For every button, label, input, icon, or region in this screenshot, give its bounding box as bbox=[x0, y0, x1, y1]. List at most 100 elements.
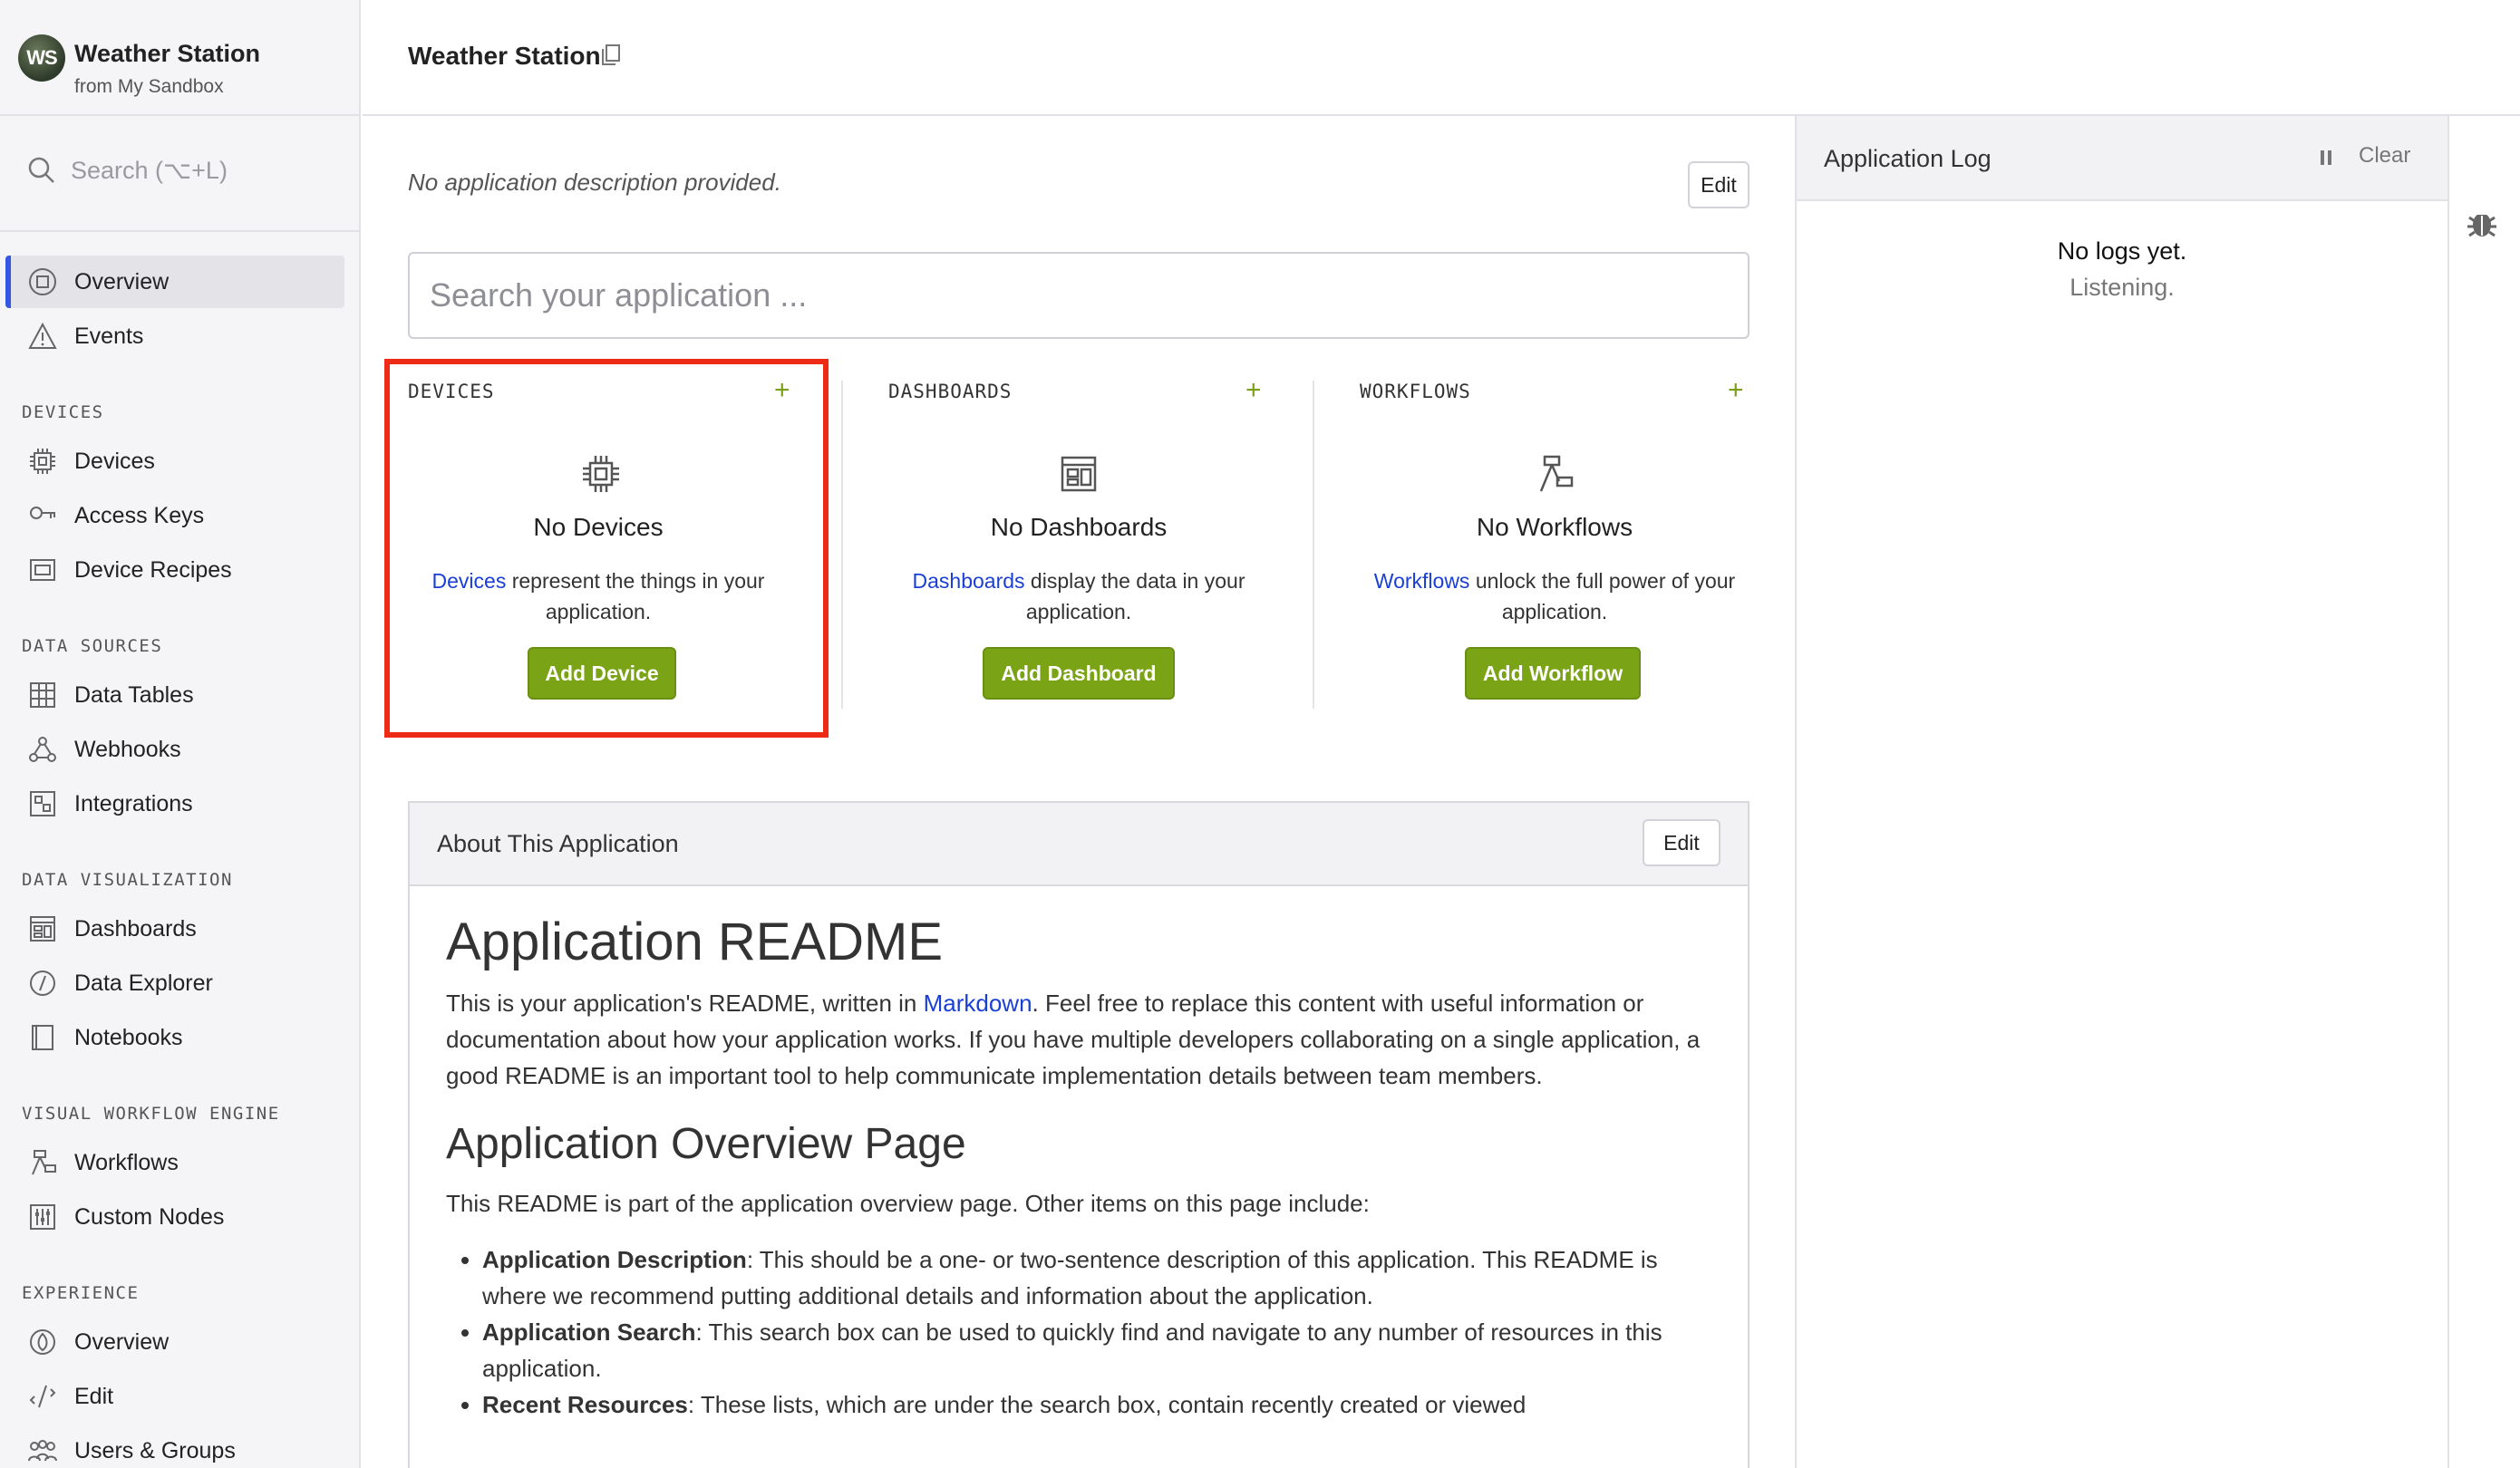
sidebar-item-dashboards[interactable]: Dashboards bbox=[5, 903, 344, 955]
readme-heading: Application README bbox=[446, 913, 943, 971]
sidebar-item-access-keys[interactable]: Access Keys bbox=[5, 489, 344, 542]
divider bbox=[0, 230, 361, 232]
users-icon bbox=[28, 1440, 57, 1462]
sidebar-item-label: Data Explorer bbox=[74, 970, 213, 996]
sidebar-item-label: Data Tables bbox=[74, 681, 194, 708]
bug-icon[interactable] bbox=[2466, 205, 2498, 241]
edit-readme-button[interactable]: Edit bbox=[1643, 819, 1720, 866]
readme-content: Application README This is your applicat… bbox=[446, 912, 1715, 1423]
dashboards-column: DASHBOARDS + No Dashboards Dashboards di… bbox=[888, 362, 1269, 716]
log-listening-status: Listening. bbox=[2069, 274, 2175, 301]
no-workflows-title: No Workflows bbox=[1476, 513, 1633, 541]
copy-icon[interactable] bbox=[600, 43, 622, 67]
sidebar-item-label: Integrations bbox=[74, 790, 193, 816]
page-title: Weather Station bbox=[408, 42, 601, 70]
avatar: WS bbox=[18, 34, 65, 82]
readme-intro: This is your application's README, writt… bbox=[446, 985, 1715, 1094]
notebook-icon bbox=[32, 1025, 53, 1050]
markdown-link[interactable]: Markdown bbox=[924, 990, 1032, 1017]
app-header[interactable]: WS Weather Station from My Sandbox bbox=[0, 0, 361, 116]
overview-icon bbox=[29, 268, 56, 295]
list-item: Application Search: This search box can … bbox=[482, 1314, 1715, 1386]
app-source: from My Sandbox bbox=[74, 76, 224, 97]
dashboard-icon bbox=[1061, 456, 1097, 492]
dashboards-description: Dashboards display the data in your appl… bbox=[888, 565, 1269, 627]
about-title: About This Application bbox=[437, 830, 679, 857]
sidebar-item-overview[interactable]: Overview bbox=[5, 256, 344, 308]
workflows-link[interactable]: Workflows bbox=[1374, 569, 1470, 593]
add-dashboard-button[interactable]: Add Dashboard bbox=[983, 647, 1175, 700]
sidebar-item-workflows[interactable]: Workflows bbox=[5, 1136, 344, 1189]
dashboards-description-text: display the data in your application. bbox=[1024, 569, 1245, 623]
sidebar-item-label: Users & Groups bbox=[74, 1437, 236, 1463]
sidebar-item-integrations[interactable]: Integrations bbox=[5, 777, 344, 830]
sidebar-item-experience-overview[interactable]: Overview bbox=[5, 1316, 344, 1368]
sidebar-item-label: Devices bbox=[74, 448, 155, 474]
about-panel: About This Application Edit Application … bbox=[408, 801, 1749, 1468]
readme-paragraph: This README is part of the application o… bbox=[446, 1190, 1370, 1217]
custom-nodes-icon bbox=[30, 1204, 55, 1230]
sidebar-item-data-tables[interactable]: Data Tables bbox=[5, 669, 344, 721]
list-item-term: Application Search bbox=[482, 1318, 696, 1346]
application-log-panel: Application Log Clear No logs yet. Liste… bbox=[1795, 116, 2449, 1468]
log-title: Application Log bbox=[1824, 145, 1992, 172]
sidebar-item-notebooks[interactable]: Notebooks bbox=[5, 1011, 344, 1064]
highlight-box bbox=[384, 359, 829, 738]
explorer-icon bbox=[30, 971, 55, 996]
no-dashboards-title: No Dashboards bbox=[990, 513, 1168, 541]
sidebar-item-label: Dashboards bbox=[74, 915, 197, 942]
log-empty-message: No logs yet. bbox=[2057, 237, 2187, 265]
clear-log-button[interactable]: Clear bbox=[2359, 143, 2410, 169]
application-search-input[interactable]: Search your application ... bbox=[408, 252, 1749, 339]
workflow-icon bbox=[32, 1150, 56, 1175]
workflows-heading: WORKFLOWS bbox=[1360, 381, 1471, 402]
sidebar-item-webhooks[interactable]: Webhooks bbox=[5, 723, 344, 776]
sidebar-item-events[interactable]: Events bbox=[5, 310, 344, 362]
section-heading-experience: EXPERIENCE bbox=[22, 1283, 140, 1303]
sidebar-search-placeholder: Search (⌥+L) bbox=[71, 156, 228, 184]
list-item-term: Application Description bbox=[482, 1246, 747, 1273]
sidebar-item-label: Overview bbox=[74, 268, 170, 295]
edit-description-button[interactable]: Edit bbox=[1688, 161, 1749, 208]
sidebar-item-devices[interactable]: Devices bbox=[5, 435, 344, 488]
dashboards-link[interactable]: Dashboards bbox=[913, 569, 1025, 593]
readme-intro-text: This is your application's README, writt… bbox=[446, 990, 924, 1017]
readme-list: Application Description: This should be … bbox=[446, 1241, 1715, 1423]
webhook-icon bbox=[29, 737, 56, 762]
recipe-icon bbox=[30, 559, 55, 581]
app-name: Weather Station bbox=[74, 40, 261, 67]
sidebar-item-data-explorer[interactable]: Data Explorer bbox=[5, 957, 344, 1009]
section-heading-visual-workflow-engine: VISUAL WORKFLOW ENGINE bbox=[22, 1104, 280, 1124]
sidebar-item-device-recipes[interactable]: Device Recipes bbox=[5, 544, 344, 596]
table-icon bbox=[30, 682, 55, 708]
list-item-text: : These lists, which are under the searc… bbox=[687, 1391, 1527, 1418]
sidebar-item-custom-nodes[interactable]: Custom Nodes bbox=[5, 1191, 344, 1243]
workflows-description-text: unlock the full power of your applicatio… bbox=[1469, 569, 1736, 623]
app-description: No application description provided. bbox=[408, 169, 781, 196]
log-header: Application Log Clear bbox=[1797, 116, 2447, 201]
column-divider bbox=[1313, 381, 1314, 709]
readme-subheading: Application Overview Page bbox=[446, 1120, 966, 1168]
add-dashboard-plus-button[interactable]: + bbox=[1245, 375, 1262, 406]
list-item-term: Recent Resources bbox=[482, 1391, 688, 1418]
sidebar-item-label: Device Recipes bbox=[74, 556, 232, 583]
sidebar-item-users-groups[interactable]: Users & Groups bbox=[5, 1425, 344, 1468]
sidebar-item-label: Custom Nodes bbox=[74, 1203, 225, 1230]
list-item: Application Description: This should be … bbox=[482, 1241, 1715, 1314]
sidebar: WS Weather Station from My Sandbox Searc… bbox=[0, 0, 361, 1468]
sidebar-item-edit[interactable]: Edit bbox=[5, 1370, 344, 1423]
sidebar-search[interactable]: Search (⌥+L) bbox=[25, 150, 334, 190]
add-workflow-button[interactable]: Add Workflow bbox=[1465, 647, 1641, 700]
workflows-column: WORKFLOWS + No Workflows Workflows unloc… bbox=[1360, 362, 1749, 716]
workflow-icon bbox=[1539, 455, 1574, 492]
sidebar-item-label: Access Keys bbox=[74, 502, 205, 528]
workflows-description: Workflows unlock the full power of your … bbox=[1360, 565, 1749, 627]
section-heading-data-visualization: DATA VISUALIZATION bbox=[22, 870, 233, 890]
edit-icon bbox=[29, 1385, 56, 1408]
experience-overview-icon bbox=[30, 1329, 55, 1355]
sidebar-item-label: Events bbox=[74, 323, 144, 349]
pause-icon[interactable] bbox=[2319, 149, 2333, 167]
search-icon bbox=[28, 157, 54, 183]
add-workflow-plus-button[interactable]: + bbox=[1728, 375, 1744, 406]
sidebar-item-label: Notebooks bbox=[74, 1024, 183, 1050]
